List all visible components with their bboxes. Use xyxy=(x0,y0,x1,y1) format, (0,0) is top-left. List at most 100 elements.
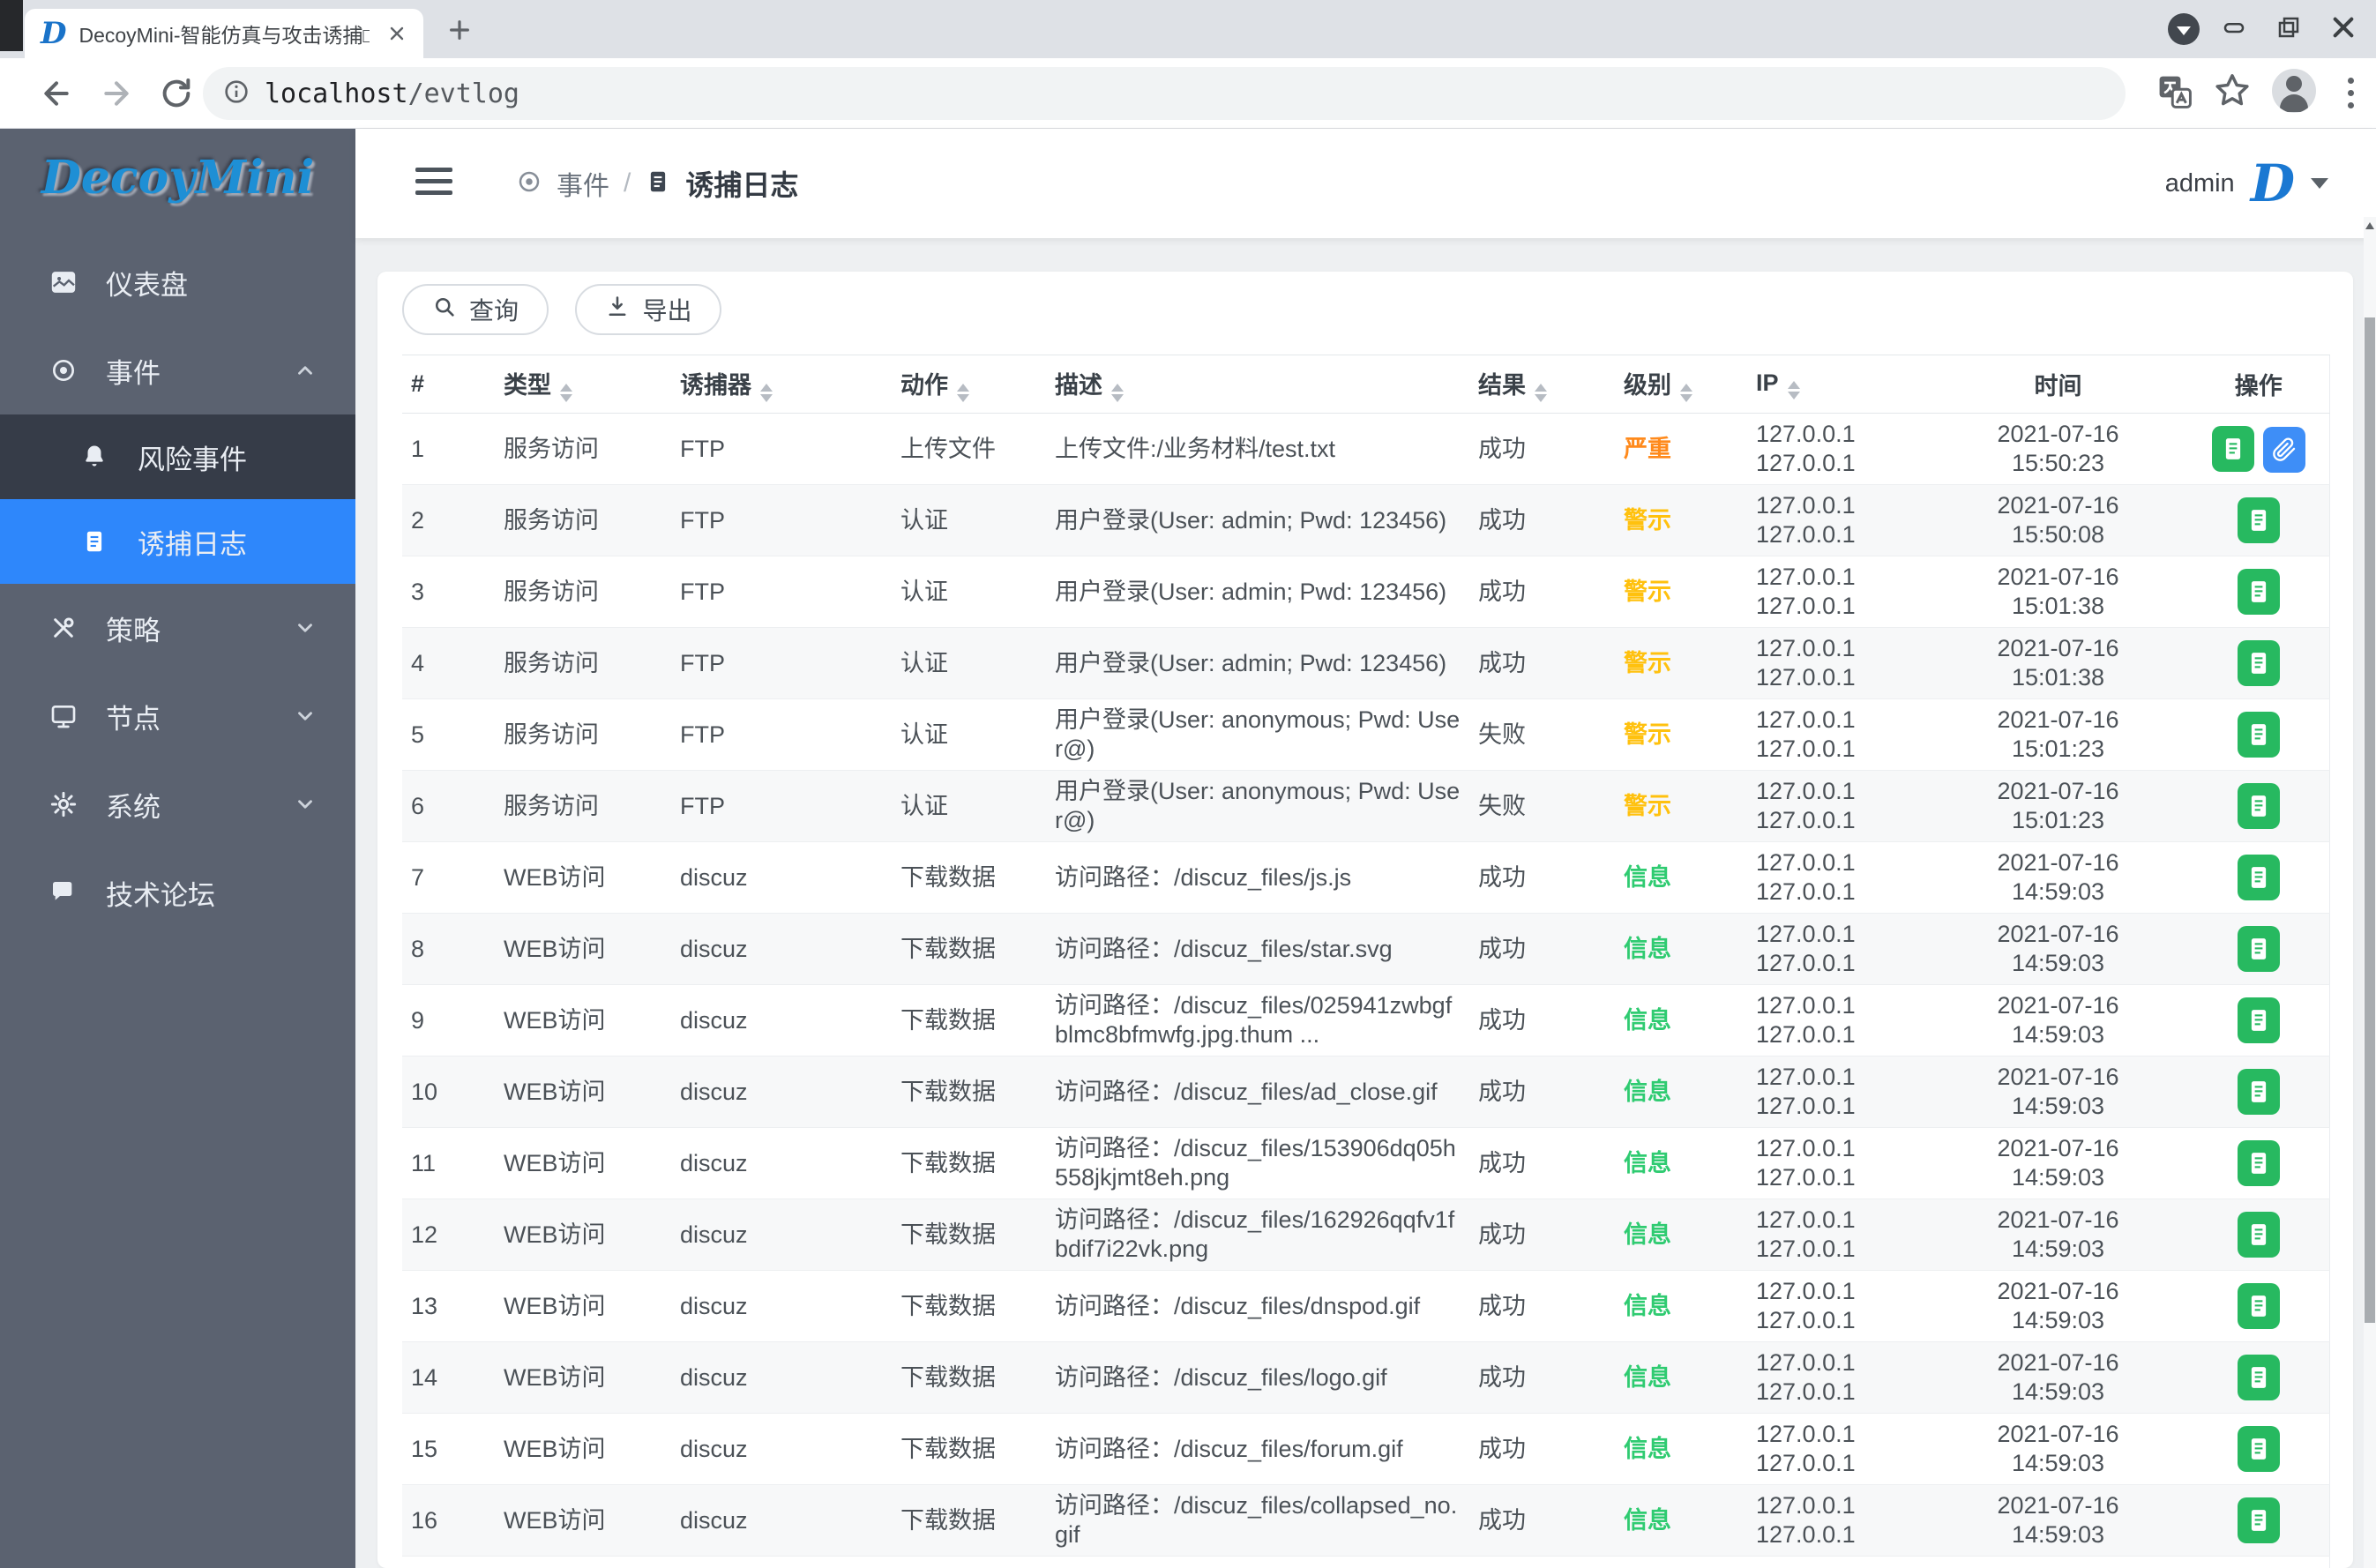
column-header-desc[interactable]: 描述 xyxy=(1046,355,1469,414)
sort-icon[interactable] xyxy=(1111,384,1124,402)
view-detail-button[interactable] xyxy=(2237,997,2280,1043)
sort-icon[interactable] xyxy=(1680,384,1692,402)
sidebar-item-label: 仪表盘 xyxy=(106,269,188,301)
view-detail-button[interactable] xyxy=(2237,1212,2280,1258)
translate-icon[interactable] xyxy=(2156,72,2194,111)
cell-trap: discuz xyxy=(671,1198,892,1271)
back-icon[interactable] xyxy=(39,76,74,116)
tab-close-icon[interactable] xyxy=(386,23,407,44)
cell-num: 13 xyxy=(402,1270,495,1342)
chevron-down-icon xyxy=(2177,26,2191,35)
cell-ip: 127.0.0.1127.0.0.1 xyxy=(1747,1413,1928,1485)
cell-time: 2021-07-16 15:01:23 xyxy=(1928,770,2188,842)
cell-trap: FTP xyxy=(671,484,892,556)
view-detail-button[interactable] xyxy=(2237,640,2280,686)
sidebar-item-events[interactable]: 事件 xyxy=(0,326,355,414)
cell-desc: 用户登录(User: anonymous; Pwd: User@) xyxy=(1046,698,1469,771)
column-header-action[interactable]: 动作 xyxy=(892,355,1046,414)
sidebar-item-system[interactable]: 系统 xyxy=(0,760,355,848)
cell-trap: FTP xyxy=(671,698,892,771)
cell-trap: discuz xyxy=(671,1127,892,1199)
sort-icon[interactable] xyxy=(1535,384,1547,402)
view-detail-button[interactable] xyxy=(2237,1426,2280,1472)
browser-tab[interactable]: D DecoyMini-智能仿真与攻击诱捕□ xyxy=(25,9,423,58)
export-button[interactable]: 导出 xyxy=(575,284,722,335)
downloads-indicator[interactable] xyxy=(2168,13,2200,45)
scrollbar-up-arrow[interactable] xyxy=(2365,222,2374,229)
cell-desc: 访问路径：/discuz_files/162926qqfv1fbdif7i22v… xyxy=(1046,1198,1469,1271)
cell-trap: discuz xyxy=(671,913,892,985)
view-detail-button[interactable] xyxy=(2237,712,2280,758)
view-detail-button[interactable] xyxy=(2237,569,2280,615)
restore-button[interactable] xyxy=(2261,5,2316,49)
table-row: 6 服务访问 FTP 认证 用户登录(User: anonymous; Pwd: Use… xyxy=(402,770,2329,842)
column-header-type[interactable]: 类型 xyxy=(495,355,671,414)
level-badge: 警示 xyxy=(1624,506,1671,534)
view-detail-button[interactable] xyxy=(2237,855,2280,900)
view-detail-button[interactable] xyxy=(2237,497,2280,543)
column-header-result[interactable]: 结果 xyxy=(1469,355,1615,414)
column-header-trap[interactable]: 诱捕器 xyxy=(671,355,892,414)
sort-icon[interactable] xyxy=(560,384,572,402)
sidebar-item-strategy[interactable]: 策略 xyxy=(0,584,355,672)
gear-icon xyxy=(49,790,79,818)
cell-time: 2021-07-1614:59:03 xyxy=(1928,1056,2188,1128)
column-header-ip[interactable]: IP xyxy=(1747,355,1928,414)
url-bar[interactable]: localhost/evtlog xyxy=(203,67,2126,120)
content-card: 查询 导出 # 类型 诱捕器 动作 描述 结果 级别 IP 时间 操作 1 服务访问 FTP 上传文件上… xyxy=(377,272,2353,1568)
breadcrumb-section[interactable]: 事件 xyxy=(557,164,609,203)
forward-icon[interactable] xyxy=(99,76,134,116)
table-row: 2 服务访问 FTP 认证 用户登录(User: admin; Pwd: 123456)… xyxy=(402,484,2329,556)
sidebar-item-dashboard[interactable]: 仪表盘 xyxy=(0,238,355,326)
cell-action: 上传文件 xyxy=(892,413,1046,485)
site-info-icon[interactable] xyxy=(222,78,250,110)
cell-time: 2021-07-1614:59:03 xyxy=(1928,1484,2188,1557)
sidebar-item-nodes[interactable]: 节点 xyxy=(0,672,355,760)
view-detail-button[interactable] xyxy=(2211,425,2254,472)
sort-icon[interactable] xyxy=(760,384,773,402)
view-detail-button[interactable] xyxy=(2237,1069,2280,1115)
sidebar-item-trap-logs[interactable]: 诱捕日志 xyxy=(0,499,355,584)
column-header-level[interactable]: 级别 xyxy=(1615,355,1747,414)
view-detail-button[interactable] xyxy=(2237,1355,2280,1400)
cell-type: WEB访问 xyxy=(495,913,671,985)
view-detail-button[interactable] xyxy=(2237,926,2280,972)
reload-icon[interactable] xyxy=(159,76,194,116)
view-detail-button[interactable] xyxy=(2237,783,2280,829)
cell-desc: 访问路径：/discuz_files/025941zwbgfblmc8bfmwf… xyxy=(1046,984,1469,1057)
cell-action: 认证 xyxy=(892,484,1046,556)
table-row: 14 WEB访问 discuz 下载数据 访问路径：/discuz_files/logo… xyxy=(402,1341,2329,1414)
level-badge: 信息 xyxy=(1624,1435,1671,1462)
level-badge: 警示 xyxy=(1624,721,1671,748)
attachment-button[interactable] xyxy=(2262,426,2305,473)
sidebar-item-risk-events[interactable]: 风险事件 xyxy=(0,414,355,499)
sort-icon[interactable] xyxy=(957,384,969,402)
user-menu[interactable]: admin D xyxy=(2165,129,2328,238)
sidebar-item-forum[interactable]: 技术论坛 xyxy=(0,848,355,937)
profile-avatar[interactable] xyxy=(2272,69,2316,113)
view-detail-button[interactable] xyxy=(2237,1283,2280,1329)
level-badge: 信息 xyxy=(1624,1149,1671,1176)
table-header-row: # 类型 诱捕器 动作 描述 结果 级别 IP 时间 操作 xyxy=(402,355,2329,414)
cell-result: 成功 xyxy=(1469,841,1615,914)
bookmark-star-icon[interactable] xyxy=(2212,71,2253,111)
query-button[interactable]: 查询 xyxy=(402,284,549,335)
cell-num: 9 xyxy=(402,984,495,1057)
url-text: localhost/evtlog xyxy=(265,78,519,109)
cell-level: 信息 xyxy=(1615,1556,1747,1568)
close-button[interactable] xyxy=(2316,5,2371,49)
cell-desc: 访问路径：/discuz_files/logo.gif xyxy=(1046,1341,1469,1414)
cell-result: 失败 xyxy=(1469,770,1615,842)
scrollbar-thumb[interactable] xyxy=(2365,317,2375,1323)
minimize-button[interactable] xyxy=(2207,5,2261,49)
new-tab-button[interactable] xyxy=(445,16,474,49)
sidebar-toggle-icon[interactable] xyxy=(415,168,452,195)
screen: D DecoyMini-智能仿真与攻击诱捕□ localhost/evtlog xyxy=(0,0,2376,1568)
browser-menu-icon[interactable] xyxy=(2348,78,2354,108)
target-icon xyxy=(49,356,79,385)
cell-level: 警示 xyxy=(1615,770,1747,842)
sort-icon[interactable] xyxy=(1787,380,1800,399)
page-header: 事件 / 诱捕日志 admin D xyxy=(355,129,2376,238)
view-detail-button[interactable] xyxy=(2237,1497,2280,1543)
view-detail-button[interactable] xyxy=(2237,1140,2280,1186)
